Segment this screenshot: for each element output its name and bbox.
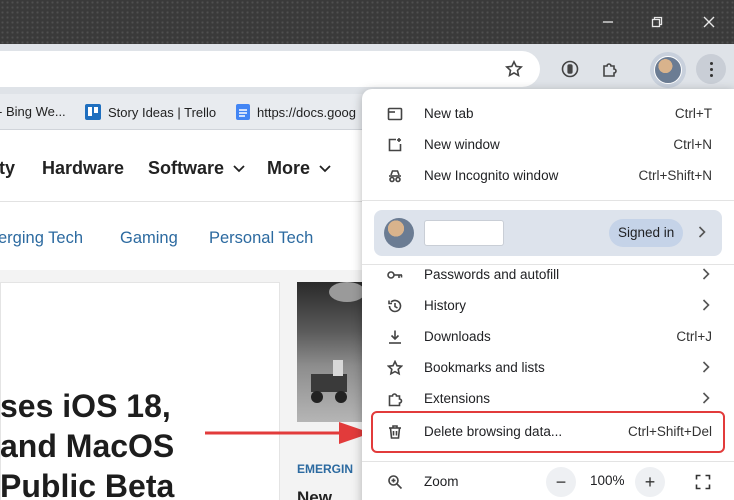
chevron-right-icon (702, 361, 710, 376)
menu-item-new-tab[interactable]: New tab Ctrl+T (362, 99, 734, 129)
close-window-button[interactable] (695, 10, 723, 34)
restore-button[interactable] (643, 10, 671, 34)
star-icon (386, 359, 404, 377)
password-manager-extension-button[interactable] (556, 55, 584, 83)
chevron-right-icon (698, 226, 706, 241)
key-icon (386, 266, 404, 284)
bookmark-label: - Bing We... (0, 104, 66, 119)
close-icon (703, 16, 715, 28)
menu-item-downloads[interactable]: Downloads Ctrl+J (362, 322, 734, 352)
moon-rover-image (311, 282, 365, 403)
fullscreen-button[interactable] (688, 467, 718, 497)
chevron-right-icon (702, 299, 710, 314)
zoom-level: 100% (590, 473, 625, 488)
avatar (654, 56, 682, 84)
nav-item-more[interactable]: More (267, 158, 331, 179)
subnav-emerging-tech[interactable]: erging Tech (0, 229, 83, 248)
menu-item-history[interactable]: History (362, 291, 734, 321)
chevron-down-icon (319, 165, 331, 173)
bookmark-label: Story Ideas | Trello (108, 104, 217, 120)
menu-item-new-window[interactable]: New window Ctrl+N (362, 130, 734, 160)
google-docs-icon (236, 104, 250, 120)
trello-icon (85, 104, 101, 120)
menu-item-zoom: Zoom − 100% + (362, 465, 734, 499)
article-category[interactable]: EMERGIN (297, 462, 353, 476)
bookmark-label: https://docs.goog (257, 104, 357, 120)
minimize-button[interactable] (594, 10, 622, 34)
article-title-preview[interactable]: New... (297, 488, 346, 500)
highlight-box (371, 411, 725, 453)
new-window-icon (386, 136, 404, 154)
history-icon (386, 297, 404, 315)
subnav-gaming[interactable]: Gaming (120, 229, 178, 248)
nav-item[interactable]: ty (0, 158, 15, 179)
article-thumbnail[interactable] (297, 282, 365, 422)
menu-item-passwords-autofill[interactable]: Passwords and autofill (362, 260, 734, 290)
zoom-out-button[interactable]: − (546, 467, 576, 497)
article-headline[interactable]: ses iOS 18, and MacOS Public Beta (0, 386, 174, 500)
annotation-arrow (205, 422, 371, 444)
nav-item-software[interactable]: Software (148, 158, 245, 179)
incognito-icon (386, 167, 404, 185)
extensions-button[interactable] (596, 55, 624, 83)
key-shield-icon (561, 60, 579, 78)
bookmark-bing[interactable]: - Bing We... (0, 104, 66, 119)
new-tab-icon (386, 105, 404, 123)
menu-item-extensions[interactable]: Extensions (362, 384, 734, 414)
nav-item-hardware[interactable]: Hardware (42, 158, 124, 179)
minimize-icon (603, 21, 613, 23)
menu-item-new-incognito-window[interactable]: New Incognito window Ctrl+Shift+N (362, 161, 734, 191)
chrome-main-menu: New tab Ctrl+T New window Ctrl+N New Inc… (362, 89, 734, 500)
zoom-icon (386, 473, 404, 491)
chevron-right-icon (702, 392, 710, 407)
fullscreen-icon (695, 474, 711, 490)
star-icon (505, 60, 523, 77)
menu-item-bookmarks-lists[interactable]: Bookmarks and lists (362, 353, 734, 383)
puzzle-icon (603, 63, 617, 77)
profile-button[interactable] (650, 52, 686, 88)
menu-separator (362, 200, 734, 201)
profile-row[interactable]: Signed in (374, 210, 722, 256)
zoom-in-button[interactable]: + (635, 467, 665, 497)
menu-separator (362, 461, 734, 462)
puzzle-icon (386, 390, 404, 408)
chevron-down-icon (233, 165, 245, 173)
title-bar (0, 0, 734, 44)
download-icon (386, 328, 404, 346)
profile-avatar (384, 218, 414, 248)
chrome-menu-button[interactable] (696, 54, 726, 84)
subnav-personal-tech[interactable]: Personal Tech (209, 229, 313, 248)
bookmark-google-docs[interactable]: https://docs.goog (236, 104, 356, 120)
signed-in-badge: Signed in (609, 219, 684, 247)
bookmark-star-button[interactable] (500, 55, 528, 83)
restore-icon (651, 16, 663, 28)
browser-toolbar (0, 44, 734, 94)
profile-name-field (424, 220, 504, 246)
chevron-right-icon (702, 268, 710, 283)
bookmark-trello[interactable]: Story Ideas | Trello (85, 104, 216, 120)
address-bar[interactable] (0, 51, 540, 87)
